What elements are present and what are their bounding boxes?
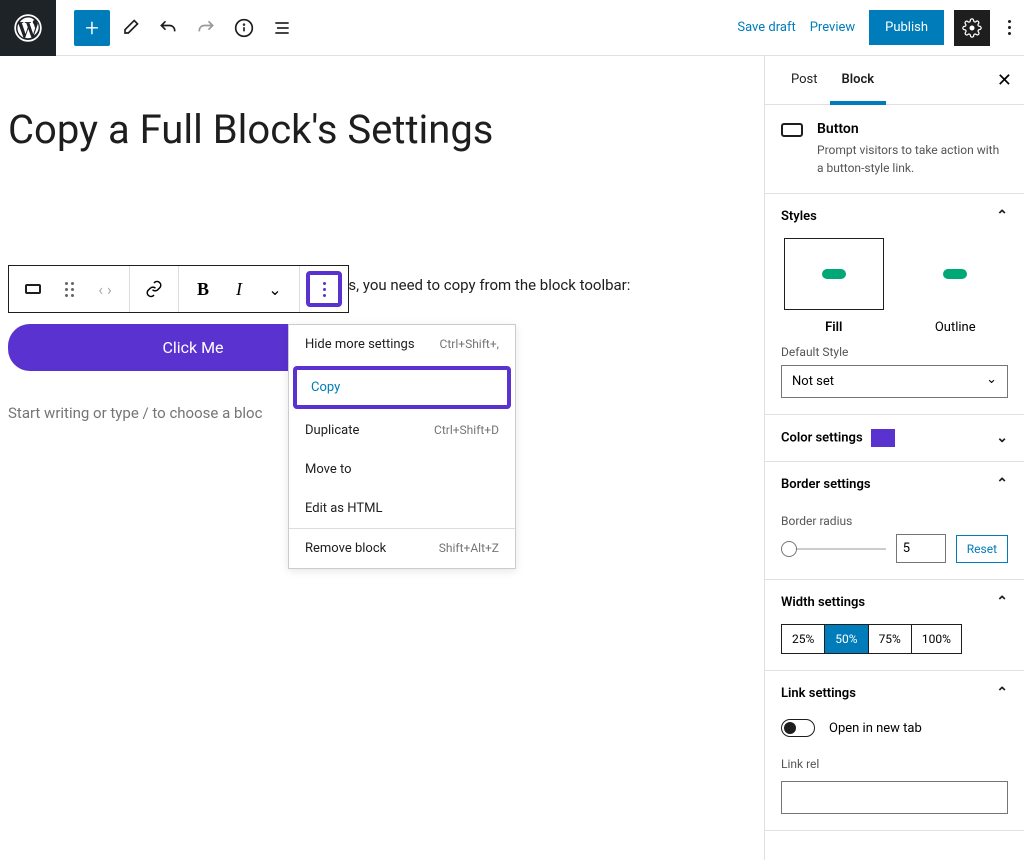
border-radius-slider[interactable] (781, 548, 886, 550)
tab-post[interactable]: Post (779, 56, 830, 104)
undo-icon[interactable] (150, 10, 186, 46)
publish-button[interactable]: Publish (869, 10, 944, 45)
panel-color-header[interactable]: Color settings ⌄ (765, 415, 1024, 461)
editor-canvas: Copy a Full Block's Settings gs, you nee… (0, 56, 764, 860)
width-75[interactable]: 75% (869, 625, 912, 653)
block-options-button[interactable] (306, 271, 342, 307)
menu-copy[interactable]: Copy (293, 366, 511, 409)
menu-move-to[interactable]: Move to (289, 450, 515, 489)
menu-edit-html[interactable]: Edit as HTML (289, 489, 515, 528)
border-radius-reset-button[interactable]: Reset (956, 535, 1008, 563)
preview-link[interactable]: Preview (810, 20, 855, 35)
move-arrows-icon[interactable]: ‹ › (87, 271, 123, 307)
style-outline[interactable]: Outline (905, 238, 1005, 335)
italic-button[interactable]: I (221, 271, 257, 307)
close-sidebar-icon[interactable]: ✕ (997, 70, 1012, 91)
color-swatch (871, 429, 895, 447)
add-block-button[interactable]: + (74, 10, 110, 46)
menu-duplicate[interactable]: Duplicate Ctrl+Shift+D (289, 411, 515, 450)
top-toolbar: + Save draft Preview Publish (0, 0, 1024, 56)
border-radius-input[interactable] (896, 534, 946, 563)
chevron-up-icon: ⌃ (996, 476, 1008, 492)
edit-mode-icon[interactable] (112, 10, 148, 46)
button-block-icon (781, 123, 803, 137)
link-rel-input[interactable] (781, 781, 1008, 814)
settings-sidebar: Post Block ✕ Button Prompt visitors to t… (764, 56, 1024, 860)
border-radius-label: Border radius (781, 514, 1008, 528)
width-100[interactable]: 100% (912, 625, 961, 653)
wordpress-icon (14, 14, 42, 42)
block-options-menu: Hide more settings Ctrl+Shift+, Copy Dup… (288, 324, 516, 569)
link-rel-label: Link rel (781, 757, 1008, 771)
wp-logo[interactable] (0, 0, 56, 56)
block-toolbar: ‹ › B I ⌄ (8, 265, 349, 313)
drag-handle-icon[interactable] (51, 271, 87, 307)
chevron-up-icon: ⌃ (996, 685, 1008, 701)
block-info-desc: Prompt visitors to take action with a bu… (817, 141, 1008, 177)
width-50[interactable]: 50% (825, 625, 868, 653)
chevron-down-icon: ⌄ (996, 430, 1008, 446)
chevron-up-icon: ⌃ (996, 594, 1008, 610)
link-icon[interactable] (136, 271, 172, 307)
more-format-chevron-icon[interactable]: ⌄ (257, 271, 293, 307)
open-new-tab-toggle[interactable] (781, 719, 815, 737)
save-draft-link[interactable]: Save draft (737, 20, 795, 35)
menu-hide-more-settings[interactable]: Hide more settings Ctrl+Shift+, (289, 325, 515, 364)
default-style-label: Default Style (781, 345, 1008, 359)
placeholder-paragraph[interactable]: Start writing or type / to choose a bloc (8, 404, 262, 422)
post-title[interactable]: Copy a Full Block's Settings (8, 106, 756, 154)
default-style-select[interactable]: Not set (781, 365, 1008, 398)
more-options-button[interactable] (994, 10, 1024, 46)
settings-button[interactable] (954, 10, 990, 46)
menu-remove-block[interactable]: Remove block Shift+Alt+Z (289, 529, 515, 568)
block-info-title: Button (817, 121, 1008, 137)
outline-icon[interactable] (264, 10, 300, 46)
paragraph-text[interactable]: gs, you need to copy from the block tool… (340, 276, 630, 294)
button-block-label: Click Me (162, 338, 223, 357)
panel-styles-header[interactable]: Styles ⌃ (765, 194, 1024, 238)
width-25[interactable]: 25% (782, 625, 825, 653)
info-icon[interactable] (226, 10, 262, 46)
panel-width-header[interactable]: Width settings ⌃ (765, 580, 1024, 624)
redo-icon[interactable] (188, 10, 224, 46)
panel-border-header[interactable]: Border settings ⌃ (765, 462, 1024, 506)
style-fill[interactable]: Fill (784, 238, 884, 335)
sidebar-tabs: Post Block ✕ (765, 56, 1024, 105)
chevron-up-icon: ⌃ (996, 208, 1008, 224)
block-info: Button Prompt visitors to take action wi… (765, 105, 1024, 193)
block-type-icon[interactable] (15, 271, 51, 307)
open-new-tab-label: Open in new tab (829, 721, 922, 736)
width-buttons: 25% 50% 75% 100% (781, 624, 962, 654)
tab-block[interactable]: Block (830, 56, 887, 105)
bold-button[interactable]: B (185, 271, 221, 307)
panel-link-header[interactable]: Link settings ⌃ (765, 671, 1024, 715)
